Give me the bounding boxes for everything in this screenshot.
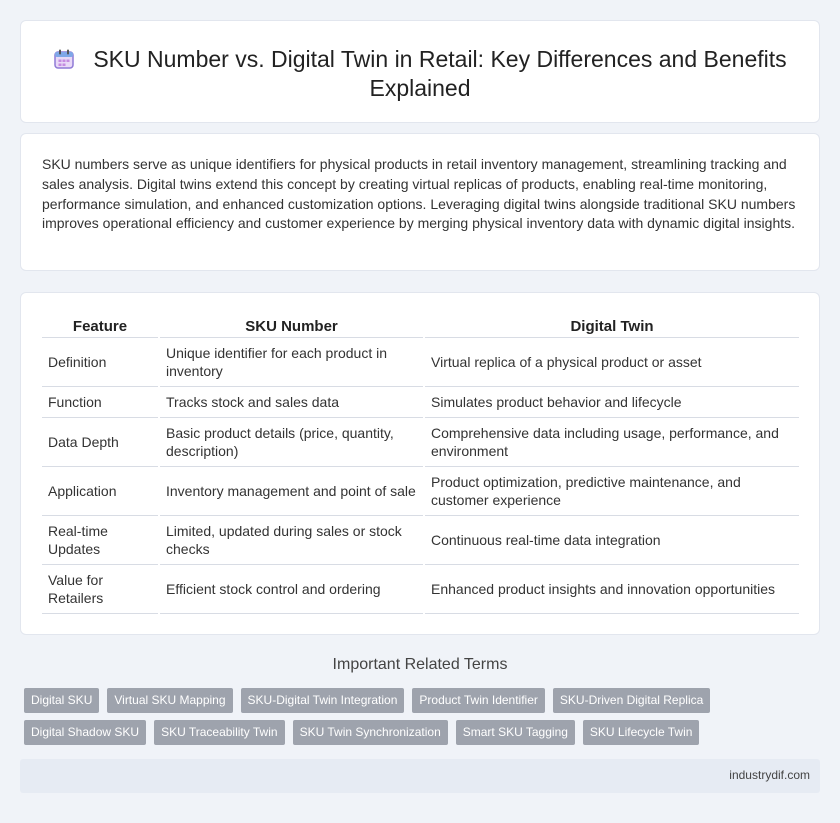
row-feature: Function	[42, 386, 159, 418]
related-tag[interactable]: SKU-Driven Digital Replica	[552, 688, 711, 713]
row-feature: Definition	[42, 337, 159, 387]
table-row: Data Depth Basic product details (price,…	[42, 417, 799, 467]
related-tag[interactable]: Smart SKU Tagging	[455, 720, 575, 745]
related-tag[interactable]: SKU Twin Synchronization	[292, 720, 448, 745]
related-tag[interactable]: SKU-Digital Twin Integration	[240, 688, 405, 713]
calendar-icon	[54, 49, 75, 69]
comparison-table: Feature SKU Number Digital Twin Definiti…	[42, 315, 799, 614]
related-tag[interactable]: SKU Traceability Twin	[154, 720, 285, 745]
row-sku-value: Limited, updated during sales or stock c…	[158, 515, 424, 565]
related-tags-row: Digital SKU Virtual SKU Mapping SKU-Digi…	[24, 688, 711, 713]
related-terms-heading: Important Related Terms	[332, 656, 508, 673]
row-feature: Application	[42, 466, 159, 516]
row-twin-value: Continuous real-time data integration	[423, 515, 799, 565]
related-tag[interactable]: Digital Shadow SKU	[24, 720, 147, 745]
related-tags-row: Digital Shadow SKU SKU Traceability Twin…	[24, 720, 700, 745]
row-twin-value: Enhanced product insights and innovation…	[423, 564, 799, 614]
header-feature: Feature	[42, 315, 159, 338]
table-row: Definition Unique identifier for each pr…	[42, 337, 799, 387]
comparison-card: Feature SKU Number Digital Twin Definiti…	[20, 292, 820, 635]
row-twin-value: Simulates product behavior and lifecycle	[423, 386, 799, 418]
row-sku-value: Inventory management and point of sale	[158, 466, 424, 516]
related-tag[interactable]: Virtual SKU Mapping	[107, 688, 233, 713]
title-card: SKU Number vs. Digital Twin in Retail: K…	[20, 20, 820, 123]
header-digital-twin: Digital Twin	[423, 315, 799, 338]
related-tag[interactable]: Product Twin Identifier	[412, 688, 545, 713]
table-row: Function Tracks stock and sales data Sim…	[42, 386, 799, 418]
table-row: Value for Retailers Efficient stock cont…	[42, 564, 799, 614]
related-tag[interactable]: Digital SKU	[24, 688, 100, 713]
footer: industrydif.com	[20, 759, 820, 793]
table-row: Application Inventory management and poi…	[42, 466, 799, 516]
page-title-wrap: SKU Number vs. Digital Twin in Retail: K…	[21, 45, 819, 103]
page-title: SKU Number vs. Digital Twin in Retail: K…	[93, 46, 787, 101]
row-sku-value: Tracks stock and sales data	[158, 386, 424, 418]
row-twin-value: Comprehensive data including usage, perf…	[423, 417, 799, 467]
header-sku-number: SKU Number	[158, 315, 424, 338]
footer-site-link[interactable]: industrydif.com	[729, 768, 810, 782]
row-sku-value: Basic product details (price, quantity, …	[158, 417, 424, 467]
row-twin-value: Virtual replica of a physical product or…	[423, 337, 799, 387]
table-header-row: Feature SKU Number Digital Twin	[42, 315, 799, 338]
intro-text: SKU numbers serve as unique identifiers …	[42, 156, 796, 232]
intro-card: SKU numbers serve as unique identifiers …	[20, 133, 820, 271]
row-sku-value: Unique identifier for each product in in…	[158, 337, 424, 387]
related-tag[interactable]: SKU Lifecycle Twin	[582, 720, 700, 745]
row-feature: Data Depth	[42, 417, 159, 467]
row-feature: Value for Retailers	[42, 564, 159, 614]
row-sku-value: Efficient stock control and ordering	[158, 564, 424, 614]
row-twin-value: Product optimization, predictive mainten…	[423, 466, 799, 516]
row-feature: Real-time Updates	[42, 515, 159, 565]
table-row: Real-time Updates Limited, updated durin…	[42, 515, 799, 565]
